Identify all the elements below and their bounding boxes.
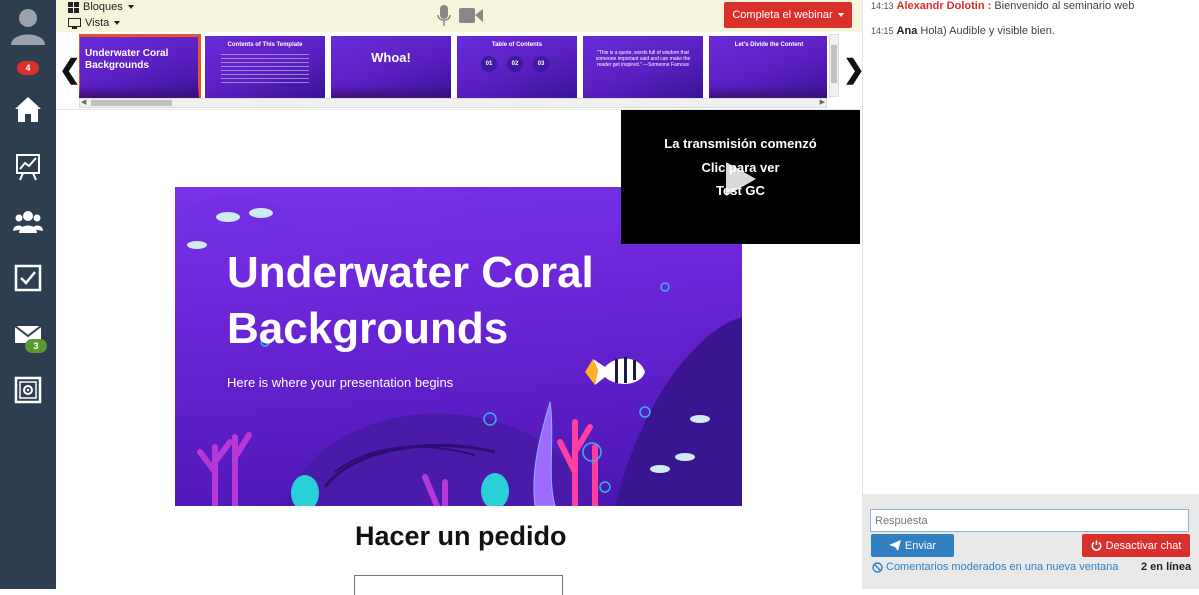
slide-thumbnail[interactable]: "This is a quote, words full of wisdom t… xyxy=(583,36,703,98)
order-heading: Hacer un pedido xyxy=(355,521,567,551)
grid-blocks-icon xyxy=(68,1,79,13)
thumbnail-title: Table of Contents xyxy=(491,42,543,48)
order-form-box[interactable] xyxy=(354,575,563,595)
send-button[interactable]: Enviar xyxy=(871,534,954,557)
user-avatar-icon[interactable] xyxy=(8,5,48,45)
online-count: 2 en línea xyxy=(1141,561,1192,573)
users-group-icon xyxy=(13,211,43,233)
stream-overlay[interactable]: La transmisión comenzó Clic para ver Tes… xyxy=(621,110,860,244)
toc-number: 01 xyxy=(481,56,497,72)
deactivate-chat-button[interactable]: Desactivar chat xyxy=(1082,534,1190,557)
scroll-right-icon[interactable]: ▶ xyxy=(820,98,825,106)
message-user: Alexandr Dolotin : xyxy=(896,0,992,12)
left-sidebar: 4 3 xyxy=(0,0,56,589)
prohibited-icon xyxy=(872,561,883,573)
bloques-menu[interactable]: Bloques xyxy=(68,1,134,13)
play-icon[interactable] xyxy=(726,162,756,196)
vista-label: Vista xyxy=(85,17,110,29)
paper-plane-icon xyxy=(888,540,901,551)
chevron-down-icon xyxy=(114,21,121,25)
toc-number: 02 xyxy=(507,56,523,72)
sidebar-item-settings[interactable] xyxy=(0,361,56,419)
chat-reply-input[interactable] xyxy=(870,509,1189,532)
send-label: Enviar xyxy=(904,539,937,552)
chevron-left-icon[interactable]: ❮ xyxy=(59,54,81,85)
deactivate-label: Desactivar chat xyxy=(1105,539,1182,552)
thumbnail-title: Let's Divide the Content xyxy=(734,42,804,48)
thumbnail-strip: Underwater Coral Backgrounds Contents of… xyxy=(79,34,827,98)
home-icon xyxy=(15,97,41,122)
video-camera-icon[interactable] xyxy=(459,7,483,24)
stream-status: La transmisión comenzó xyxy=(664,136,817,151)
chat-panel: 14:13 Alexandr Dolotin : Bienvenido al se… xyxy=(862,0,1199,589)
message-text: Hola) Audible y visible bien. xyxy=(920,25,1055,37)
slide-title: Underwater Coral Backgrounds xyxy=(227,248,594,353)
chevron-down-icon xyxy=(837,13,844,17)
monitor-icon xyxy=(68,17,81,29)
sidebar-item-users[interactable] xyxy=(0,193,56,251)
presentation-toolbar: Bloques Vista Completa el webinar xyxy=(56,0,862,32)
sidebar-item-statistics[interactable] xyxy=(0,138,56,196)
slide-thumbnail[interactable]: Underwater Coral Backgrounds xyxy=(79,34,201,98)
slide-thumbnail[interactable]: Table of Contents 01 02 03 xyxy=(457,36,577,98)
chat-messages: 14:13 Alexandr Dolotin : Bienvenido al se… xyxy=(863,0,1199,494)
slide-thumbnails: ❮ Underwater Coral Backgrounds Contents … xyxy=(56,32,865,110)
sidebar-item-home[interactable] xyxy=(0,80,56,138)
microphone-icon[interactable] xyxy=(437,5,451,27)
message-text: Bienvenido al seminario web xyxy=(994,0,1135,12)
thumbnail-horizontal-scrollbar[interactable]: ◀ ▶ xyxy=(79,98,827,108)
thumbnail-vertical-scrollbar[interactable] xyxy=(829,34,839,97)
power-icon xyxy=(1091,540,1102,551)
thumbnail-title: Underwater Coral Backgrounds xyxy=(85,48,169,71)
notifications-badge[interactable]: 4 xyxy=(17,61,39,75)
slide-subtitle: Here is where your presentation begins xyxy=(227,375,454,390)
thumbnail-title: Whoa! xyxy=(371,50,411,65)
chat-footer: Enviar Desactivar chat Comentarios moder… xyxy=(863,494,1199,589)
moderated-comments-link[interactable]: Comentarios moderados en una nueva venta… xyxy=(872,561,1118,573)
scroll-left-icon[interactable]: ◀ xyxy=(81,98,86,106)
slide-thumbnail[interactable]: Whoa! xyxy=(331,36,451,98)
complete-webinar-button[interactable]: Completa el webinar xyxy=(724,2,852,28)
toc-number: 03 xyxy=(533,56,549,72)
thumbnail-title: Contents of This Template xyxy=(227,42,303,48)
vista-menu[interactable]: Vista xyxy=(68,17,121,29)
bloques-label: Bloques xyxy=(83,1,123,13)
slide-thumbnail[interactable]: Contents of This Template xyxy=(205,36,325,98)
chevron-down-icon xyxy=(127,5,134,9)
complete-webinar-label: Completa el webinar xyxy=(732,9,833,21)
slide-thumbnail[interactable]: Let's Divide the Content xyxy=(709,36,827,98)
checkbox-icon xyxy=(14,264,42,292)
safe-settings-icon xyxy=(14,376,42,404)
chart-board-icon xyxy=(16,154,40,181)
sidebar-item-messages[interactable] xyxy=(0,305,56,363)
message-time: 14:13 xyxy=(871,1,894,11)
chat-message: 14:13 Alexandr Dolotin : Bienvenido al se… xyxy=(871,0,1134,12)
message-time: 14:15 xyxy=(871,26,894,36)
messages-badge[interactable]: 3 xyxy=(25,339,47,353)
chat-message: 14:15 Ana Hola) Audible y visible bien. xyxy=(871,25,1055,37)
sidebar-item-tasks[interactable] xyxy=(0,249,56,307)
thumbnail-title: "This is a quote, words full of wisdom t… xyxy=(595,50,691,68)
moderated-comments-label: Comentarios moderados en una nueva venta… xyxy=(886,561,1119,573)
message-user: Ana xyxy=(896,25,918,37)
